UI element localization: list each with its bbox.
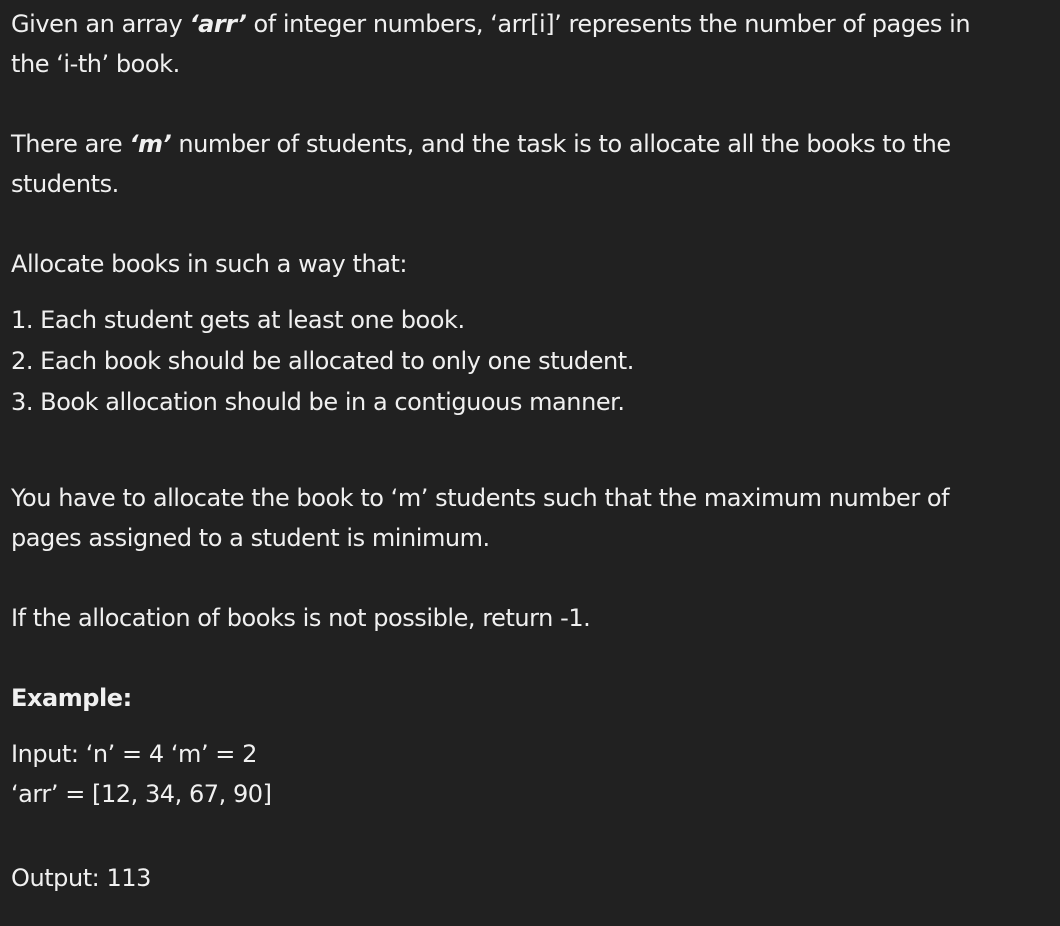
allocate-heading: Allocate books in such a way that: [11,250,408,278]
impossible-note: If the allocation of books is not possib… [11,604,591,632]
example-input-line-2: ‘arr’ = [12, 34, 67, 90] [11,780,272,808]
rule-item: 1. Each student gets at least one book. [11,306,465,334]
example-heading: Example: [11,684,132,712]
problem-statement: Given an array ‘arr’ of integer numbers,… [0,0,1060,926]
goal-line-2: pages assigned to a student is minimum. [11,524,490,552]
rule-item: 3. Book allocation should be in a contig… [11,388,625,416]
rule-item: 2. Each book should be allocated to only… [11,347,634,375]
intro-paragraph: Given an array ‘arr’ of integer numbers,… [11,4,1052,84]
students-line-1: There are ‘m’ number of students, and th… [11,130,951,158]
goal-paragraph: You have to allocate the book to ‘m’ stu… [11,478,1052,558]
m-term: ‘m’ [129,130,172,158]
intro-line-2: the ‘i-th’ book. [11,50,180,78]
students-line-2: students. [11,170,119,198]
students-paragraph: There are ‘m’ number of students, and th… [11,124,1052,204]
example-input-line-1: Input: ‘n’ = 4 ‘m’ = 2 [11,740,257,768]
arr-term: ‘arr’ [189,10,247,38]
goal-line-1: You have to allocate the book to ‘m’ stu… [11,484,950,512]
rules-list: 1. Each student gets at least one book. … [11,300,634,423]
intro-line-1: Given an array ‘arr’ of integer numbers,… [11,10,971,38]
example-output: Output: 113 [11,864,151,892]
example-input: Input: ‘n’ = 4 ‘m’ = 2 ‘arr’ = [12, 34, … [11,734,1052,814]
